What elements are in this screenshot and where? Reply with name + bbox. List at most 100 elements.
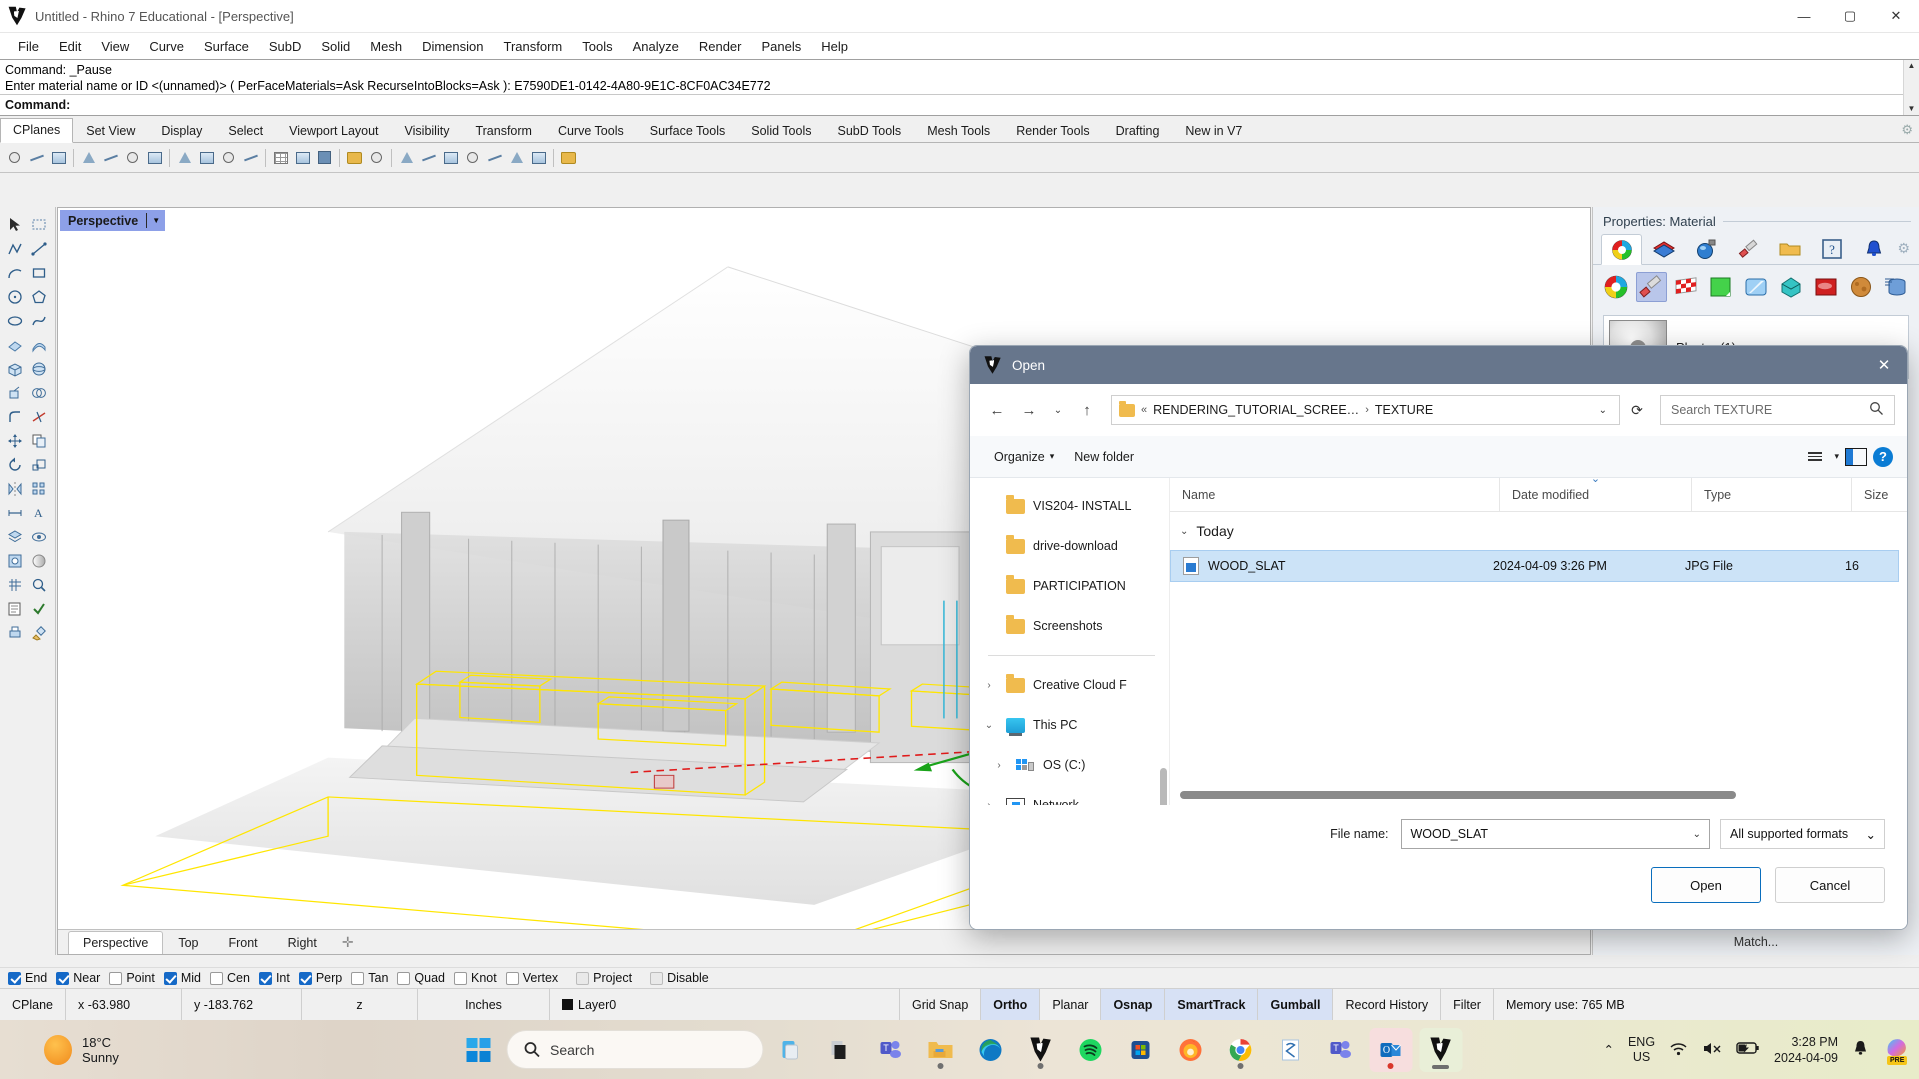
surface-plane-icon[interactable] [4,334,26,356]
tab-folder-icon[interactable] [1769,233,1810,264]
chevron-down-icon[interactable]: ⌄ [980,720,998,731]
polygon-icon[interactable] [28,286,50,308]
command-history[interactable]: Command: _Pause Enter material name or I… [0,60,1919,94]
osnap-mid[interactable]: Mid [163,971,201,985]
sidebar-item-participation[interactable]: › PARTICIPATION [970,566,1169,606]
tab-transform[interactable]: Transform [462,119,545,143]
osnap-perp-checkbox[interactable] [298,971,312,985]
menu-mesh[interactable]: Mesh [360,36,412,57]
file-list[interactable]: Name Date modified Type Size ⌄ Today WOO… [1170,478,1907,805]
paint-icon[interactable] [28,622,50,644]
osnap-tan-checkbox[interactable] [351,971,365,985]
osnap-project[interactable]: Project [576,971,632,985]
status-gumball[interactable]: Gumball [1258,989,1334,1020]
menu-help[interactable]: Help [811,36,858,57]
text-icon[interactable]: A [28,502,50,524]
menu-file[interactable]: File [8,36,49,57]
new-folder-button[interactable]: New folder [1064,444,1144,470]
menu-view[interactable]: View [91,36,139,57]
menu-transform[interactable]: Transform [493,36,572,57]
sidebar-item-os-c[interactable]: › OS (C:) [970,745,1169,785]
tab-surface-tools[interactable]: Surface Tools [637,119,739,143]
cplane-elevation-icon[interactable] [26,147,47,168]
tab-set-view[interactable]: Set View [73,119,148,143]
menu-surface[interactable]: Surface [194,36,259,57]
osnap-cen-checkbox[interactable] [210,971,223,985]
cplane-surface-icon[interactable] [78,147,99,168]
sidebar-item-this-pc[interactable]: ⌄ This PC [970,705,1169,745]
status-grid-snap[interactable]: Grid Snap [900,989,982,1020]
column-header-size[interactable]: Size [1852,478,1907,511]
viewport-tab-front[interactable]: Front [213,931,272,954]
menu-solid[interactable]: Solid [311,36,360,57]
menu-tools[interactable]: Tools [572,36,622,57]
osnap-perp[interactable]: Perp [298,971,342,985]
material-library-icon[interactable] [1880,272,1911,302]
status-record-history[interactable]: Record History [1333,989,1442,1020]
status-osnap[interactable]: Osnap [1101,989,1166,1020]
menu-dimension[interactable]: Dimension [412,36,493,57]
taskbar-app-rhino7-active[interactable] [1419,1027,1462,1072]
tab-drafting[interactable]: Drafting [1103,119,1173,143]
copilot-icon[interactable]: PRE [1883,1035,1911,1065]
menu-curve[interactable]: Curve [139,36,194,57]
table-row[interactable]: WOOD_SLAT 2024-04-09 3:26 PM JPG File 16 [1170,550,1899,582]
back-button[interactable]: ← [982,395,1012,425]
material-checker-icon[interactable] [1671,272,1702,302]
cplane-origin-icon[interactable] [4,147,25,168]
sidebar-item-creative-cloud[interactable]: › Creative Cloud F [970,665,1169,705]
status-cplane[interactable]: CPlane [0,989,66,1020]
menu-edit[interactable]: Edit [49,36,91,57]
recent-locations-button[interactable]: ⌄ [1046,395,1070,425]
tab-subd-tools[interactable]: SubD Tools [824,119,914,143]
line-segment-icon[interactable] [28,238,50,260]
select-window-icon[interactable] [28,214,50,236]
osnap-vertex[interactable]: Vertex [505,971,558,985]
cplane-redo-icon[interactable] [484,147,505,168]
cplane-perp-icon[interactable] [418,147,439,168]
tab-mesh-tools[interactable]: Mesh Tools [914,119,1003,143]
address-dropdown-icon[interactable]: ⌄ [1591,405,1615,416]
cplane-3pt-icon[interactable] [440,147,461,168]
cplane-world-top-icon[interactable] [174,147,195,168]
save-icon[interactable] [314,147,335,168]
file-name-dropdown-icon[interactable]: ⌄ [1693,829,1701,840]
menu-panels[interactable]: Panels [751,36,811,57]
up-button[interactable]: ↑ [1072,395,1102,425]
cplane-curve-icon[interactable] [100,147,121,168]
rectangle-icon[interactable] [28,262,50,284]
maximize-button[interactable]: ▢ [1827,0,1873,33]
language-indicator[interactable]: ENG US [1628,1035,1655,1065]
forward-button[interactable]: → [1014,395,1044,425]
scroll-up-icon[interactable]: ▲ [1908,60,1916,72]
refresh-icon[interactable]: ⟳ [1622,395,1652,425]
arc-icon[interactable] [4,262,26,284]
tab-environment-icon[interactable] [1685,233,1726,264]
osnap-point[interactable]: Point [109,971,155,985]
tab-color-wheel-icon[interactable] [1601,234,1642,265]
material-icon[interactable] [28,550,50,572]
viewport-dropdown-icon[interactable]: ▼ [147,216,165,225]
surface-loft-icon[interactable] [28,334,50,356]
breadcrumb-parent[interactable]: RENDERING_TUTORIAL_SCREE… [1153,403,1359,417]
wifi-icon[interactable] [1669,1041,1688,1059]
tab-layer-icon[interactable] [1643,233,1684,264]
open-button[interactable]: Open [1651,867,1761,903]
menu-render[interactable]: Render [689,36,752,57]
bell-icon[interactable] [1852,1039,1869,1060]
fillet-icon[interactable] [4,406,26,428]
sphere-icon[interactable] [28,358,50,380]
material-paint-selected-icon[interactable] [1635,272,1667,302]
clock[interactable]: 3:28 PM 2024-04-09 [1774,1034,1838,1066]
osnap-int[interactable]: Int [258,971,290,985]
grid-properties-icon[interactable] [292,147,313,168]
status-smarttrack[interactable]: SmartTrack [1165,989,1259,1020]
tab-visibility[interactable]: Visibility [392,119,463,143]
tab-new-in-v7[interactable]: New in V7 [1172,119,1255,143]
analyze-icon[interactable] [28,574,50,596]
osnap-end-checkbox[interactable] [8,971,21,985]
scale-icon[interactable] [28,454,50,476]
grid-toggle-icon[interactable] [270,147,291,168]
material-plastic-icon[interactable] [1706,272,1737,302]
osnap-quad[interactable]: Quad [397,971,445,985]
